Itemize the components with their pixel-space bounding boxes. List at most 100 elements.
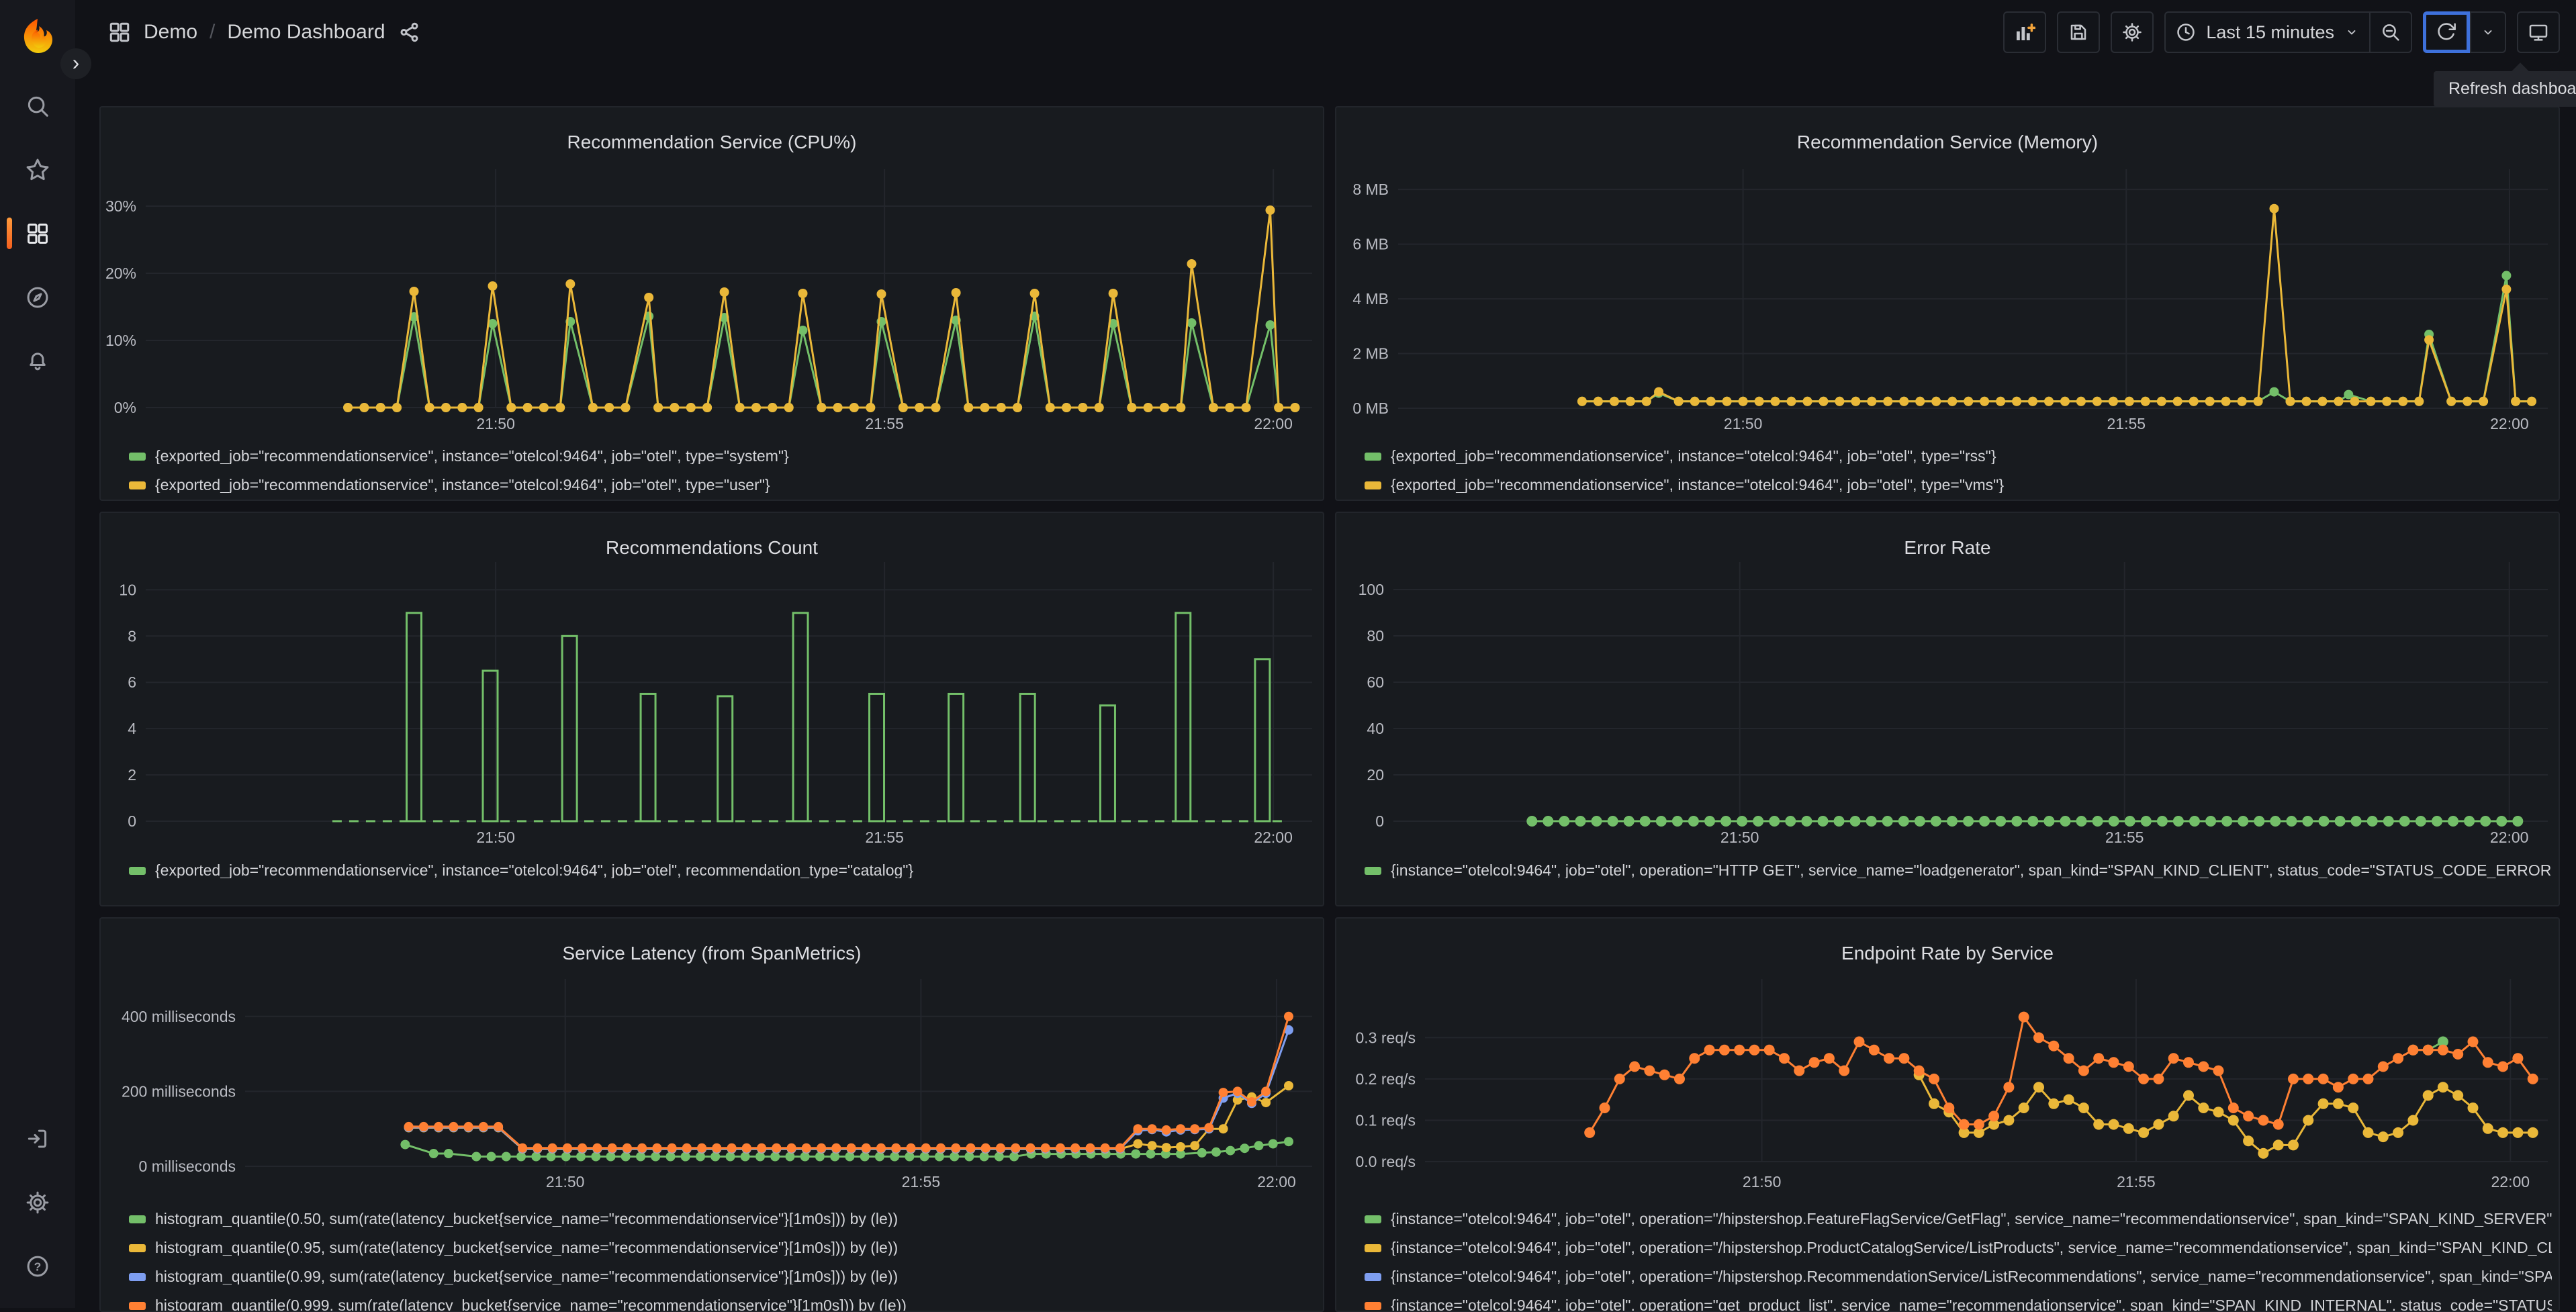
sidebar-item-alerting[interactable] <box>16 340 59 383</box>
sidebar-expand-button[interactable]: › <box>60 48 91 79</box>
sidebar-item-help[interactable]: ? <box>16 1245 59 1288</box>
sign-in-icon <box>28 1129 47 1148</box>
legend-color-chip <box>129 1272 146 1281</box>
sidebar-item-sign-in[interactable] <box>16 1117 59 1160</box>
legend-item[interactable]: histogram_quantile(0.95, sum(rate(latenc… <box>129 1240 1316 1256</box>
cycle-view-button[interactable] <box>2517 11 2560 53</box>
panel-title[interactable]: Service Latency (from SpanMetrics) <box>101 934 1323 973</box>
legend-label: {exported_job="recommendationservice", i… <box>155 477 770 493</box>
svg-text:6 MB: 6 MB <box>1352 236 1389 253</box>
grafana-logo[interactable] <box>19 17 56 55</box>
panel-legend: {exported_job="recommendationservice", i… <box>129 449 1316 500</box>
share-icon[interactable] <box>398 20 422 44</box>
svg-text:21:50: 21:50 <box>546 1173 585 1190</box>
legend-color-chip <box>1365 452 1381 461</box>
breadcrumb-dashboard[interactable]: Demo Dashboard <box>227 21 385 44</box>
svg-text:22:00: 22:00 <box>1254 415 1293 432</box>
sidebar-nav <box>7 85 59 404</box>
legend-color-chip <box>1365 1301 1381 1310</box>
apps-grid-icon <box>28 224 48 244</box>
add-panel-button[interactable] <box>2003 11 2047 53</box>
svg-text:0 milliseconds: 0 milliseconds <box>139 1158 236 1175</box>
svg-text:2: 2 <box>128 766 136 784</box>
svg-text:20: 20 <box>1367 766 1384 784</box>
legend-label: {instance="otelcol:9464", job="otel", op… <box>1391 863 2552 878</box>
svg-text:21:50: 21:50 <box>1720 829 1759 846</box>
legend-item[interactable]: histogram_quantile(0.50, sum(rate(latenc… <box>129 1211 1316 1227</box>
legend-item[interactable]: {exported_job="recommendationservice", i… <box>129 863 1316 878</box>
sidebar-item-search[interactable] <box>16 85 59 128</box>
legend-item[interactable]: {exported_job="recommendationservice", i… <box>129 449 1316 464</box>
breadcrumb-separator: / <box>210 21 216 43</box>
svg-text:21:50: 21:50 <box>476 415 515 432</box>
legend-item[interactable]: {instance="otelcol:9464", job="otel", op… <box>1365 1211 2552 1227</box>
sidebar: › ? <box>0 0 91 1308</box>
svg-text:30%: 30% <box>105 197 136 215</box>
panel-title[interactable]: Error Rate <box>1336 528 2559 567</box>
panel-title[interactable]: Endpoint Rate by Service <box>1336 934 2559 973</box>
legend-item[interactable]: {exported_job="recommendationservice", i… <box>1365 449 2552 464</box>
legend-label: histogram_quantile(0.95, sum(rate(latenc… <box>155 1240 899 1256</box>
dashboard-settings-button[interactable] <box>2111 11 2154 53</box>
count-chart: 21:50 21:55 22:00 0 2 4 6 8 10 <box>119 562 1312 846</box>
save-dashboard-button[interactable] <box>2057 11 2101 53</box>
panel-title[interactable]: Recommendations Count <box>101 528 1323 567</box>
panel-legend: {instance="otelcol:9464", job="otel", op… <box>1365 1211 2552 1312</box>
time-range-label: Last 15 minutes <box>2206 21 2334 42</box>
legend-item[interactable]: {instance="otelcol:9464", job="otel", op… <box>1365 1240 2552 1256</box>
svg-text:0: 0 <box>1375 812 1384 830</box>
legend-color-chip <box>1365 1272 1381 1281</box>
legend-label: {instance="otelcol:9464", job="otel", op… <box>1391 1269 2552 1284</box>
panel-legend: {exported_job="recommendationservice", i… <box>129 863 1316 892</box>
legend-color-chip <box>129 1215 146 1223</box>
refresh-button[interactable] <box>2423 11 2470 53</box>
help-icon: ? <box>27 1256 48 1277</box>
svg-text:21:55: 21:55 <box>902 1173 941 1190</box>
svg-text:10: 10 <box>119 581 136 598</box>
svg-text:?: ? <box>34 1260 42 1273</box>
time-range-picker[interactable]: Last 15 minutes <box>2164 11 2369 53</box>
svg-text:200 milliseconds: 200 milliseconds <box>122 1082 236 1100</box>
panel-title[interactable]: Recommendation Service (CPU%) <box>101 123 1323 162</box>
legend-color-chip <box>129 452 146 461</box>
refresh-interval-dropdown[interactable] <box>2470 11 2506 53</box>
memory-chart: 21:50 21:55 22:00 0 MB 2 MB 4 MB 6 MB 8 MB <box>1352 169 2548 432</box>
sidebar-item-starred[interactable] <box>16 148 59 191</box>
svg-text:0 MB: 0 MB <box>1352 400 1389 417</box>
svg-text:400 milliseconds: 400 milliseconds <box>122 1008 236 1025</box>
zoom-out-button[interactable] <box>2369 11 2412 53</box>
legend-label: {instance="otelcol:9464", job="otel", op… <box>1391 1298 2552 1312</box>
breadcrumb-folder[interactable]: Demo <box>144 21 197 44</box>
legend-label: {exported_job="recommendationservice", i… <box>155 863 914 878</box>
dashboard-grid: Recommendation Service (CPU%) 21:50 21:55… <box>99 106 2560 1312</box>
legend-label: {instance="otelcol:9464", job="otel", op… <box>1391 1240 2552 1256</box>
svg-text:0.0 req/s: 0.0 req/s <box>1356 1153 1416 1170</box>
chevron-down-icon <box>2484 30 2492 35</box>
panel-legend: {instance="otelcol:9464", job="otel", op… <box>1365 863 2552 892</box>
panel-title[interactable]: Recommendation Service (Memory) <box>1336 123 2559 162</box>
legend-item[interactable]: {instance="otelcol:9464", job="otel", op… <box>1365 1298 2552 1312</box>
legend-item[interactable]: {exported_job="recommendationservice", i… <box>129 477 1316 493</box>
legend-item[interactable]: {instance="otelcol:9464", job="otel", op… <box>1365 1269 2552 1284</box>
svg-text:2 MB: 2 MB <box>1352 345 1389 363</box>
svg-text:21:55: 21:55 <box>2117 1173 2156 1190</box>
legend-color-chip <box>129 866 146 875</box>
svg-text:6: 6 <box>128 673 136 691</box>
refresh-tooltip: Refresh dashboard <box>2434 71 2576 107</box>
legend-item[interactable]: {exported_job="recommendationservice", i… <box>1365 477 2552 493</box>
legend-color-chip <box>1365 1215 1381 1223</box>
sidebar-item-settings[interactable] <box>16 1181 59 1224</box>
svg-text:21:55: 21:55 <box>2105 829 2144 846</box>
legend-item[interactable]: {instance="otelcol:9464", job="otel", op… <box>1365 863 2552 878</box>
sidebar-item-explore[interactable] <box>16 276 59 319</box>
legend-color-chip <box>129 1301 146 1310</box>
svg-text:22:00: 22:00 <box>2490 415 2529 432</box>
svg-text:10%: 10% <box>105 332 136 349</box>
legend-label: histogram_quantile(0.999, sum(rate(laten… <box>155 1298 907 1312</box>
monitor-icon <box>2529 24 2548 41</box>
legend-item[interactable]: histogram_quantile(0.999, sum(rate(laten… <box>129 1298 1316 1312</box>
sidebar-item-dashboards[interactable] <box>7 212 59 255</box>
legend-color-chip <box>129 481 146 489</box>
svg-text:60: 60 <box>1367 673 1384 691</box>
legend-item[interactable]: histogram_quantile(0.99, sum(rate(latenc… <box>129 1269 1316 1284</box>
